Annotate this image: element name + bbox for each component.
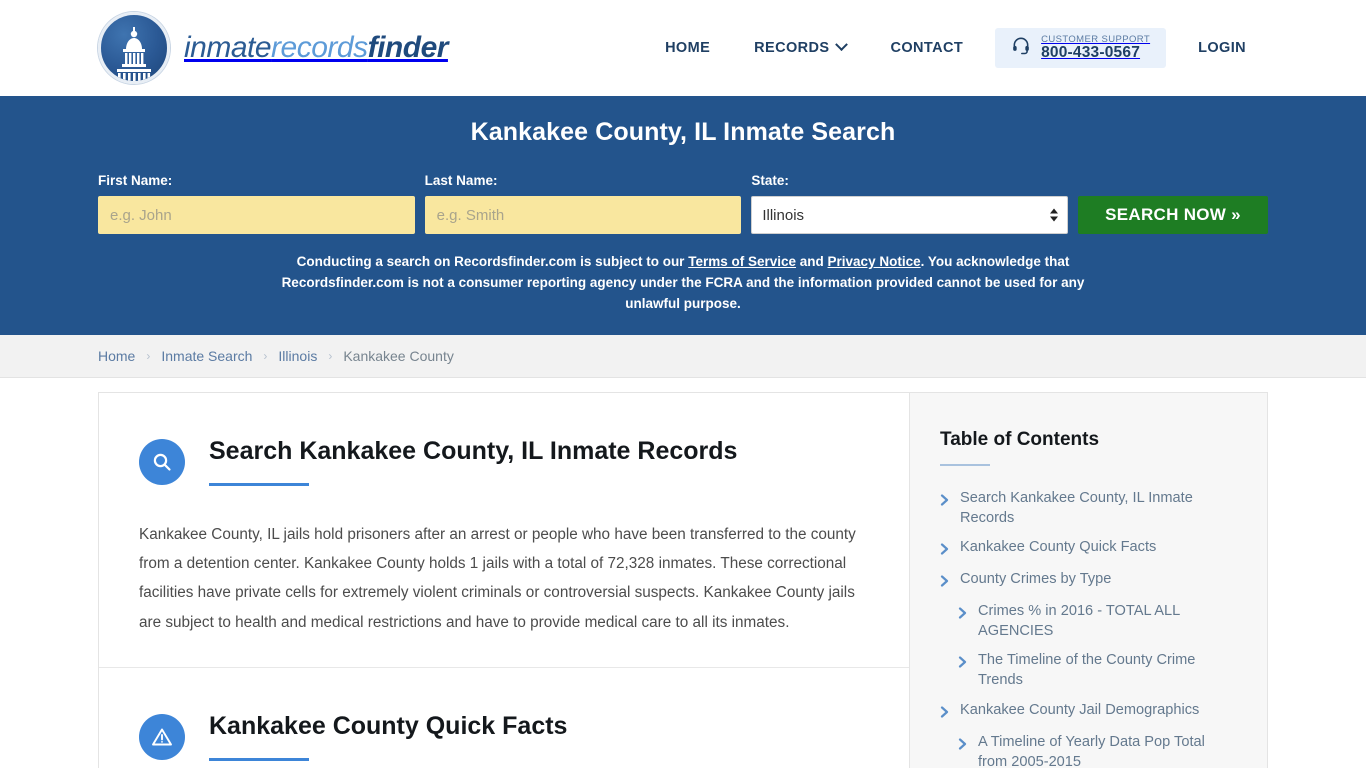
section-title-block: Search Kankakee County, IL Inmate Record… — [209, 437, 737, 486]
toc-list: Search Kankakee County, IL Inmate Record… — [940, 488, 1237, 768]
title-accent-bar — [209, 482, 309, 486]
section-header: Search Kankakee County, IL Inmate Record… — [139, 437, 869, 486]
breadcrumb-item-current: Kankakee County — [343, 347, 454, 364]
chevron-down-icon — [835, 38, 849, 52]
nav-contact-label: CONTACT — [890, 39, 964, 56]
nav-home[interactable]: HOME — [643, 30, 732, 66]
nav-records[interactable]: RECORDS — [732, 30, 868, 66]
logo-word-1: inmate — [184, 31, 272, 64]
last-name-label: Last Name: — [424, 173, 498, 188]
headset-icon — [1011, 35, 1031, 60]
section-header: Kankakee County Quick Facts — [139, 712, 869, 761]
login-link[interactable]: LOGIN — [1176, 30, 1268, 66]
breadcrumb-item-inmate-search[interactable]: Inmate Search — [161, 348, 252, 364]
privacy-notice-link[interactable]: Privacy Notice — [828, 254, 921, 269]
section-body-text: Kankakee County, IL jails hold prisoners… — [139, 525, 856, 631]
toc-accent-bar — [940, 463, 990, 466]
title-accent-bar — [209, 757, 309, 761]
first-name-input[interactable] — [98, 196, 415, 234]
support-text: CUSTOMER SUPPORT 800-433-0567 — [1041, 34, 1150, 61]
breadcrumb-separator-icon: › — [263, 348, 268, 363]
content-area: Search Kankakee County, IL Inmate Record… — [0, 377, 1366, 768]
breadcrumb-item-illinois[interactable]: Illinois — [278, 348, 317, 364]
toc-item-sub[interactable]: The Timeline of the County Crime Trends — [940, 650, 1237, 690]
nav-records-label: RECORDS — [754, 39, 830, 56]
toc-link[interactable]: Kankakee County Quick Facts — [960, 537, 1156, 557]
nav-contact[interactable]: CONTACT — [868, 30, 985, 66]
toc-item-sub[interactable]: Crimes % in 2016 - TOTAL ALL AGENCIES — [940, 601, 1237, 641]
search-disclaimer: Conducting a search on Recordsfinder.com… — [261, 252, 1106, 315]
disclaimer-part-2: and — [796, 254, 828, 269]
inmate-search-form: First Name: Last Name: State: Illinois — [98, 173, 1269, 234]
customer-support-badge[interactable]: CUSTOMER SUPPORT 800-433-0567 — [995, 27, 1167, 69]
chevron-right-icon — [958, 655, 967, 673]
state-label: State: — [751, 173, 789, 188]
section-search-records: Search Kankakee County, IL Inmate Record… — [99, 393, 909, 667]
breadcrumb-separator-icon: › — [146, 348, 151, 363]
page-root: inmaterecordsfinder HOME RECORDS CONTACT — [0, 0, 1366, 768]
chevron-right-icon — [940, 542, 949, 560]
toc-link[interactable]: Search Kankakee County, IL Inmate Record… — [960, 488, 1237, 528]
page-title: Kankakee County, IL Inmate Search — [470, 118, 896, 146]
section-title: Search Kankakee County, IL Inmate Record… — [209, 436, 738, 465]
magnifier-icon — [139, 438, 185, 485]
last-name-input[interactable] — [424, 196, 742, 234]
toc-link[interactable]: A Timeline of Yearly Data Pop Total from… — [978, 732, 1237, 768]
section-title-block: Kankakee County Quick Facts — [209, 712, 567, 761]
main-content-card: Search Kankakee County, IL Inmate Record… — [98, 391, 910, 768]
search-now-button[interactable]: SEARCH NOW » — [1078, 196, 1269, 234]
toc-item[interactable]: Search Kankakee County, IL Inmate Record… — [940, 488, 1237, 528]
nav-home-label: HOME — [665, 39, 711, 56]
site-header: inmaterecordsfinder HOME RECORDS CONTACT — [0, 0, 1366, 96]
first-name-label: First Name: — [98, 173, 173, 188]
toc-link[interactable]: Kankakee County Jail Demographics — [960, 700, 1199, 720]
chevron-right-icon — [940, 493, 949, 511]
logo-word-3: finder — [367, 31, 449, 64]
first-name-group: First Name: — [98, 173, 415, 234]
capitol-dome-icon — [98, 12, 170, 84]
state-group: State: Illinois — [751, 173, 1069, 234]
breadcrumb: Home › Inmate Search › Illinois › Kankak… — [98, 348, 1268, 364]
state-select-wrapper: Illinois — [751, 196, 1069, 234]
warning-triangle-icon — [139, 713, 185, 760]
state-select[interactable]: Illinois — [751, 196, 1069, 234]
section-quick-facts: Kankakee County Quick Facts — [99, 666, 909, 768]
hero-search-section: Kankakee County, IL Inmate Search First … — [0, 96, 1366, 335]
toc-link[interactable]: Crimes % in 2016 - TOTAL ALL AGENCIES — [978, 601, 1237, 641]
last-name-group: Last Name: — [424, 173, 742, 234]
support-phone: 800-433-0567 — [1041, 43, 1141, 61]
disclaimer-part-1: Conducting a search on Recordsfinder.com… — [296, 254, 689, 269]
main-navigation: HOME RECORDS CONTACT CUSTOMER SUPPORT 80… — [643, 27, 1268, 69]
toc-item[interactable]: County Crimes by Type — [940, 569, 1237, 592]
table-of-contents-sidebar: Table of Contents Search Kankakee County… — [910, 391, 1268, 768]
chevron-right-icon — [958, 737, 967, 755]
breadcrumb-item-home[interactable]: Home — [98, 348, 135, 364]
chevron-right-icon — [940, 705, 949, 723]
chevron-right-icon — [940, 574, 949, 592]
terms-of-service-link[interactable]: Terms of Service — [688, 254, 796, 269]
toc-link[interactable]: County Crimes by Type — [960, 569, 1111, 589]
site-logo[interactable]: inmaterecordsfinder — [98, 12, 448, 84]
toc-item-sub[interactable]: A Timeline of Yearly Data Pop Total from… — [940, 732, 1237, 768]
section-title: Kankakee County Quick Facts — [209, 711, 568, 740]
logo-word-2: records — [271, 31, 368, 64]
breadcrumb-separator-icon: › — [328, 348, 333, 363]
login-label: LOGIN — [1198, 39, 1246, 56]
logo-wordmark: inmaterecordsfinder — [184, 31, 448, 65]
toc-item[interactable]: Kankakee County Jail Demographics — [940, 700, 1237, 723]
chevron-right-icon — [958, 606, 967, 624]
toc-link[interactable]: The Timeline of the County Crime Trends — [978, 650, 1237, 690]
toc-item[interactable]: Kankakee County Quick Facts — [940, 537, 1237, 560]
toc-title: Table of Contents — [940, 428, 1100, 450]
breadcrumb-bar: Home › Inmate Search › Illinois › Kankak… — [0, 334, 1366, 378]
